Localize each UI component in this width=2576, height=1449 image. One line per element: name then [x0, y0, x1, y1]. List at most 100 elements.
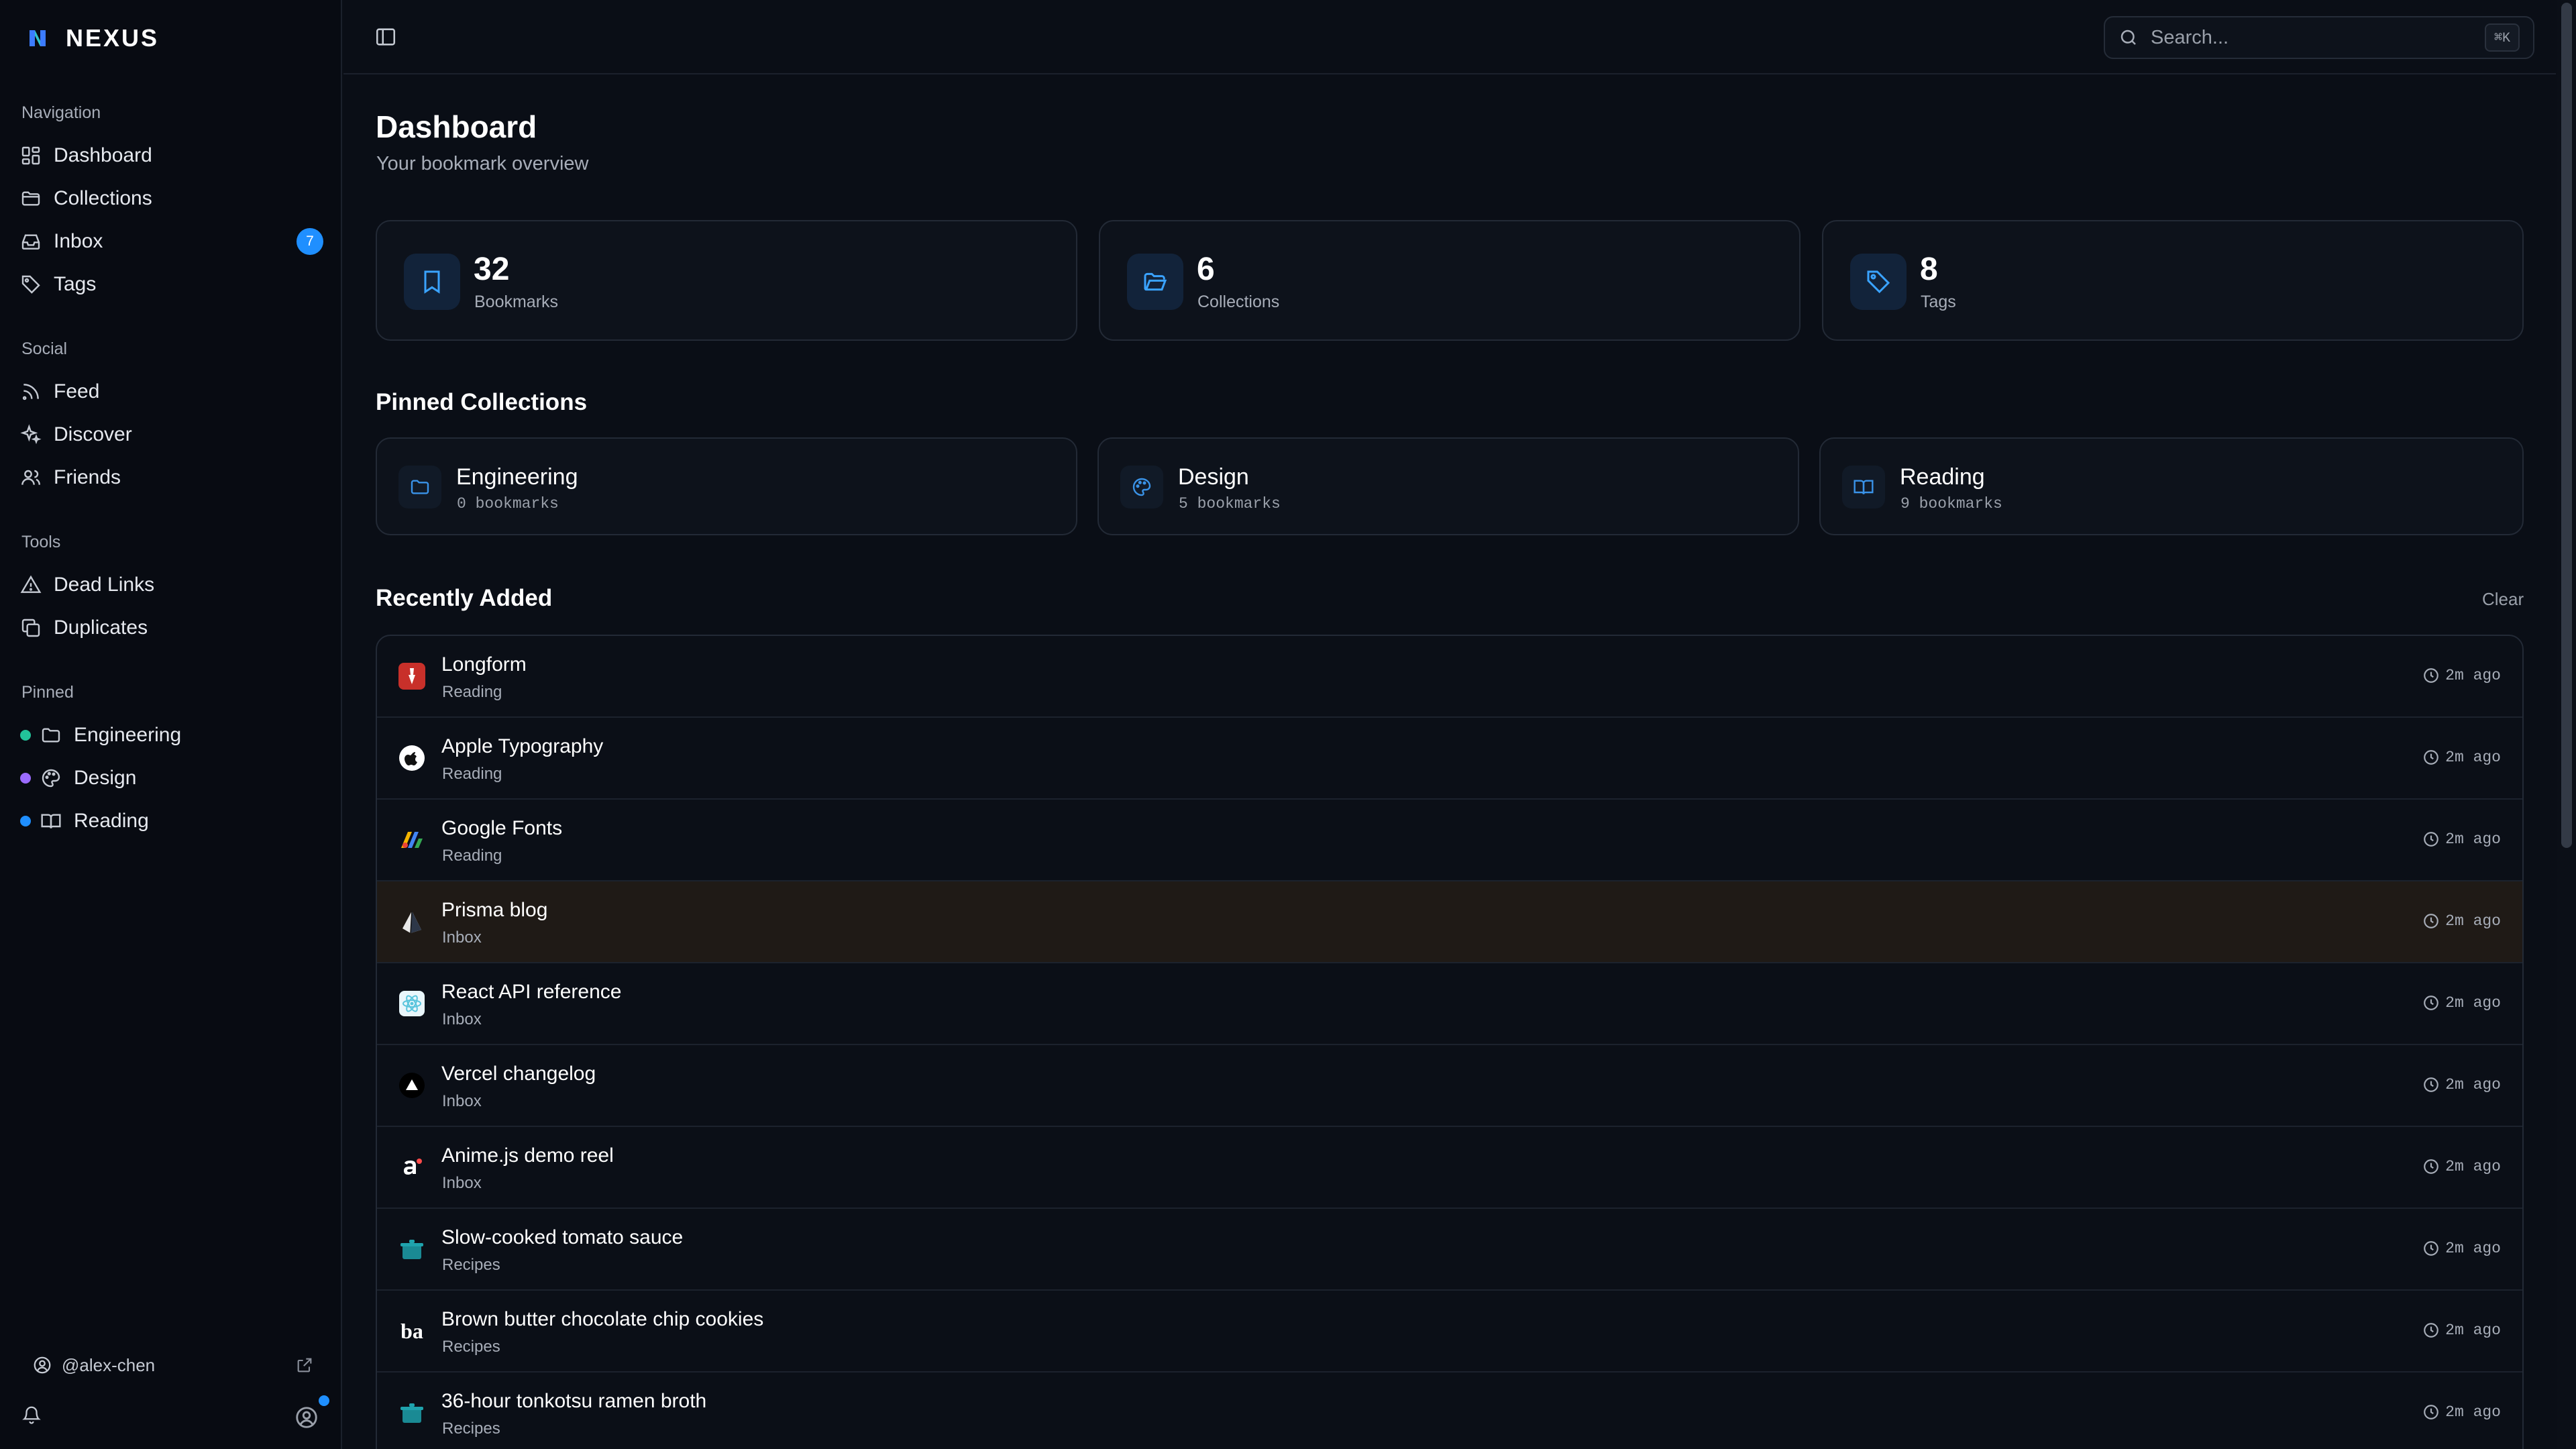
time-ago: 2m ago — [2445, 1158, 2501, 1175]
list-item[interactable]: 36-hour tonkotsu ramen broth Recipes 2m … — [377, 1373, 2522, 1449]
book-icon — [1854, 480, 1874, 494]
bookmark-collection: Recipes — [442, 1256, 500, 1274]
search-icon — [2121, 30, 2136, 45]
account-icon[interactable] — [294, 1405, 319, 1430]
page-title: Dashboard — [376, 109, 537, 144]
longform-favicon — [398, 663, 425, 690]
sidebar-item-label: Collections — [54, 187, 152, 209]
copy-icon — [21, 619, 40, 637]
recent-bookmarks-list: Longform Reading 2m ago Apple Typography… — [376, 635, 2524, 1449]
bookmark-collection: Reading — [442, 847, 502, 865]
clock-icon — [2424, 1077, 2439, 1092]
sidebar-item-duplicates[interactable]: Duplicates — [20, 609, 323, 647]
app-logo[interactable]: NEXUS — [24, 24, 159, 52]
stat-card-collections[interactable]: 6 Collections — [1099, 220, 1801, 341]
sidebar-item-label: Dead Links — [54, 574, 155, 596]
stat-card-bookmarks[interactable]: 32 Bookmarks — [376, 220, 1077, 341]
sidebar-item-discover[interactable]: Discover — [20, 416, 323, 453]
rss-icon — [22, 384, 39, 400]
user-profile-link[interactable]: @alex-chen — [32, 1354, 314, 1377]
user-circle-icon — [34, 1356, 51, 1374]
status-dot — [20, 816, 31, 826]
collection-name: Engineering — [456, 464, 578, 490]
sidebar-item-dead-links[interactable]: Dead Links — [20, 566, 323, 604]
bookmark-time: 2m ago — [2422, 1076, 2501, 1093]
sidebar-item-inbox[interactable]: Inbox 7 — [20, 223, 323, 260]
coll-icon-wrap — [1120, 466, 1163, 508]
stat-value: 6 — [1197, 252, 1215, 287]
page-scrollbar[interactable] — [2557, 0, 2576, 1449]
stat-value: 8 — [1920, 252, 1938, 287]
clock-icon — [2424, 914, 2439, 928]
coll-icon-wrap — [1842, 466, 1885, 508]
folder-icon — [42, 728, 60, 743]
bookmark-collection: Recipes — [442, 1419, 500, 1438]
search-box[interactable]: ⌘K — [2104, 16, 2534, 59]
clock-icon — [2424, 668, 2439, 683]
list-item[interactable]: Longform Reading 2m ago — [377, 636, 2522, 718]
stat-label: Tags — [1921, 292, 1956, 311]
bookmark-time: 2m ago — [2422, 912, 2501, 930]
time-ago: 2m ago — [2445, 830, 2501, 848]
sidebar: NEXUS Navigation Dashboard Collections I… — [0, 0, 342, 1449]
pinned-collections-heading: Pinned Collections — [376, 389, 588, 415]
time-ago: 2m ago — [2445, 1076, 2501, 1093]
bookmark-title: React API reference — [441, 981, 622, 1003]
prisma-favicon — [398, 908, 425, 935]
sidebar-item-friends[interactable]: Friends — [20, 459, 323, 496]
time-ago: 2m ago — [2445, 667, 2501, 684]
sidebar-toggle-icon[interactable] — [374, 25, 397, 48]
sidebar-item-pinned-reading[interactable]: Reading — [20, 802, 323, 840]
list-item[interactable]: Anime.js demo reel Inbox 2m ago — [377, 1127, 2522, 1209]
vercel-favicon — [398, 1072, 425, 1099]
clock-icon — [2424, 996, 2439, 1010]
search-input[interactable] — [2151, 26, 2485, 49]
list-item[interactable]: ba Brown butter chocolate chip cookies R… — [377, 1291, 2522, 1373]
bookmark-time: 2m ago — [2422, 830, 2501, 848]
stat-icon-wrap — [1850, 254, 1907, 310]
list-item[interactable]: Apple Typography Reading 2m ago — [377, 718, 2522, 800]
clear-button[interactable]: Clear — [2482, 589, 2524, 610]
list-item[interactable]: Prisma blog Inbox 2m ago — [377, 881, 2522, 963]
palette-icon — [42, 769, 60, 788]
bell-icon[interactable] — [21, 1405, 42, 1425]
pinned-collection-engineering[interactable]: Engineering 0 bookmarks — [376, 437, 1077, 535]
tag-icon — [1867, 270, 1890, 294]
collection-name: Design — [1178, 464, 1249, 490]
sidebar-item-label: Duplicates — [54, 616, 148, 639]
top-bar: ⌘K — [343, 0, 2556, 74]
list-item[interactable]: Slow-cooked tomato sauce Recipes 2m ago — [377, 1209, 2522, 1291]
book-icon — [41, 814, 61, 828]
list-item[interactable]: Vercel changelog Inbox 2m ago — [377, 1045, 2522, 1127]
inbox-icon — [21, 234, 40, 250]
sidebar-item-feed[interactable]: Feed — [20, 373, 323, 411]
tag-icon — [21, 275, 40, 294]
stat-icon-wrap — [1127, 254, 1183, 310]
bookmark-title: Prisma blog — [441, 899, 548, 921]
sparkles-icon — [20, 424, 42, 445]
bookmark-title: Slow-cooked tomato sauce — [441, 1226, 684, 1248]
coll-icon-wrap — [398, 466, 441, 508]
scrollbar-thumb[interactable] — [2561, 3, 2572, 848]
sidebar-item-pinned-design[interactable]: Design — [20, 759, 323, 797]
collection-count: 5 bookmarks — [1179, 495, 1281, 513]
list-item[interactable]: React API reference Inbox 2m ago — [377, 963, 2522, 1045]
collection-name: Reading — [1900, 464, 1985, 490]
external-link-icon[interactable] — [295, 1356, 314, 1375]
time-ago: 2m ago — [2445, 912, 2501, 930]
sidebar-item-dashboard[interactable]: Dashboard — [20, 137, 323, 174]
clock-icon — [2424, 750, 2439, 765]
sidebar-item-collections[interactable]: Collections — [20, 180, 323, 217]
sidebar-item-pinned-engineering[interactable]: Engineering — [20, 716, 323, 754]
sidebar-item-tags[interactable]: Tags — [20, 266, 323, 303]
sidebar-item-label: Inbox — [54, 230, 103, 252]
pinned-collection-design[interactable]: Design 5 bookmarks — [1097, 437, 1799, 535]
search-shortcut-hint: ⌘K — [2484, 23, 2520, 52]
list-item[interactable]: Google Fonts Reading 2m ago — [377, 800, 2522, 881]
dashboard-icon — [21, 146, 40, 165]
stat-card-tags[interactable]: 8 Tags — [1822, 220, 2524, 341]
pinned-collection-reading[interactable]: Reading 9 bookmarks — [1819, 437, 2524, 535]
clock-icon — [2424, 1159, 2439, 1174]
bookmark-collection: Recipes — [442, 1338, 500, 1356]
status-dot — [20, 730, 31, 741]
